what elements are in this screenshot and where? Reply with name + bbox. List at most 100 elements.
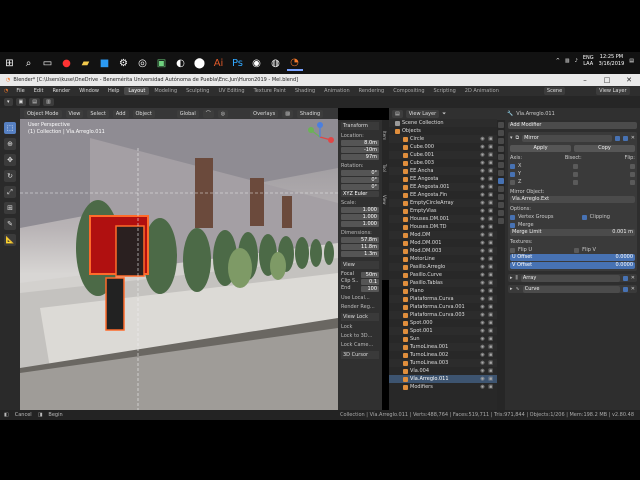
flip-z-checkbox[interactable] [630,179,635,185]
tab-animation[interactable]: Animation [320,87,354,95]
clock[interactable]: 12:25 PM 3/16/2019 [599,54,625,68]
curve-modifier-panel[interactable]: ▸ ∿ Curve ✕ [508,285,637,293]
curve-render-toggle[interactable] [622,286,628,292]
material-tab-icon[interactable] [498,218,504,224]
outliner-item[interactable]: TurnoLinea.001 ◉ ▣ [389,343,497,351]
data-tab-icon[interactable] [498,210,504,216]
visibility-icon[interactable]: ◉ ▣ [480,327,494,335]
search-icon[interactable]: ⌕ [21,55,37,71]
outliner-item[interactable]: Pasillo.Tablas ◉ ▣ [389,279,497,287]
menu-file[interactable]: File [12,88,28,94]
app5-icon[interactable]: ◍ [268,55,284,71]
tab-texture-paint[interactable]: Texture Paint [250,87,290,95]
outliner-item[interactable]: Cube.003 ◉ ▣ [389,159,497,167]
rotation-x-field[interactable]: 0° [341,170,379,176]
close-icon[interactable]: ✕ [618,74,640,86]
visibility-icon[interactable]: ◉ ▣ [480,351,494,359]
bisect-z-checkbox[interactable] [573,179,579,185]
tab-compositing[interactable]: Compositing [389,87,428,95]
particles-tab-icon[interactable] [498,186,504,192]
close-modifier-icon[interactable]: ✕ [631,135,635,141]
outliner-item[interactable]: Spot.001 ◉ ▣ [389,327,497,335]
axis-z-checkbox[interactable] [510,179,515,185]
notifications-icon[interactable]: ▤ [629,58,634,64]
select-menu[interactable]: Select [87,109,109,118]
u-offset-field[interactable]: U Offset 0.0000 [510,254,635,261]
tab-rendering[interactable]: Rendering [355,87,389,95]
add-menu[interactable]: Add [112,109,129,118]
blender-menu-icon[interactable]: ◔ [4,88,8,94]
lang-indicator[interactable]: ENG LAA [583,55,594,67]
minimize-icon[interactable]: – [574,74,596,86]
visibility-icon[interactable]: ◉ ▣ [480,311,494,319]
flip-u-checkbox[interactable] [510,247,515,253]
dim-z-field[interactable]: 1.3m [341,251,379,257]
visibility-icon[interactable]: ◉ ▣ [480,239,494,247]
app3-icon[interactable]: ◐ [173,55,189,71]
outliner-item[interactable]: EE.Angosta.001 ◉ ▣ [389,183,497,191]
outliner-item[interactable]: Scene Collection [389,119,497,127]
blender-icon[interactable]: ◔ [286,55,303,71]
windows-start-icon[interactable]: ⊞ [2,55,18,71]
menu-edit[interactable]: Edit [30,88,48,94]
measure-icon[interactable]: 📐 [4,234,16,246]
modifier-tab-icon[interactable] [498,178,504,184]
axis-y-checkbox[interactable] [510,171,515,177]
menu-render[interactable]: Render [48,88,74,94]
modifier-name-field[interactable]: Mirror [522,134,612,142]
outliner-item[interactable]: TurnoLinea.003 ◉ ▣ [389,359,497,367]
folder-icon[interactable]: ▰ [78,55,94,71]
array-modifier-name[interactable]: Array [520,274,620,282]
transform-icon[interactable]: ⊞ [4,202,16,214]
visibility-icon[interactable]: ◉ ▣ [480,375,494,383]
xray-icon[interactable]: ▨ [282,109,293,118]
select-mode2-icon[interactable]: ▤ [29,98,40,106]
volume-icon[interactable]: ♪ [575,58,578,64]
outliner-item[interactable]: Sun ◉ ▣ [389,335,497,343]
visibility-icon[interactable]: ◉ ▣ [480,295,494,303]
annotate-icon[interactable]: ✎ [4,218,16,230]
store-icon[interactable]: ■ [97,55,113,71]
dim-x-field[interactable]: 57.8m [341,237,379,243]
apply-button[interactable]: Apply [510,144,571,152]
view-lock-header[interactable]: View Lock [341,313,379,321]
dim-y-field[interactable]: 11.8m [341,244,379,250]
visibility-icon[interactable]: ◉ ▣ [480,247,494,255]
visibility-icon[interactable]: ◉ ▣ [480,215,494,223]
outliner-item[interactable]: Modifiers ◉ ▣ [389,383,497,391]
tab-modeling[interactable]: Modeling [150,87,181,95]
transform-header[interactable]: Transform [341,122,379,130]
visibility-icon[interactable]: ◉ ▣ [480,383,494,391]
rotate-icon[interactable]: ↻ [4,170,16,182]
merge-checkbox[interactable] [510,222,515,228]
tab-uv-editing[interactable]: UV Editing [214,87,248,95]
visibility-icon[interactable]: ◉ ▣ [480,151,494,159]
tab-2d-animation[interactable]: 2D Animation [461,87,503,95]
visibility-icon[interactable]: ◉ ▣ [480,319,494,327]
outliner-item[interactable]: Vía.004 ◉ ▣ [389,367,497,375]
scale-x-field[interactable]: 1.000 [341,207,379,213]
shading-dropdown[interactable]: Shading [296,109,324,118]
orientation-dropdown[interactable]: Global [176,109,199,118]
array-render-toggle[interactable] [622,275,628,281]
illustrator-icon[interactable]: Ai [211,55,227,71]
visibility-icon[interactable]: ◉ ▣ [480,255,494,263]
location-z-field[interactable]: 97m [341,154,379,160]
visibility-icon[interactable]: ◉ ▣ [480,359,494,367]
tab-view[interactable]: View [382,184,387,216]
display-mode-icon[interactable]: ▤ [392,109,403,118]
add-modifier-dropdown[interactable]: Add Modifier [508,122,637,129]
curve-modifier-name[interactable]: Curve [522,285,620,293]
axis-x-checkbox[interactable] [510,163,515,169]
outliner-item[interactable]: Cube.001 ◉ ▣ [389,151,497,159]
outliner-item[interactable]: Spot.000 ◉ ▣ [389,319,497,327]
outliner-item[interactable]: EE.Angosta ◉ ▣ [389,175,497,183]
visibility-icon[interactable]: ◉ ▣ [480,135,494,143]
array-close-icon[interactable]: ✕ [631,275,635,281]
flip-x-checkbox[interactable] [630,163,635,169]
vertex-groups-checkbox[interactable] [510,214,515,220]
collapse-icon[interactable]: ▸ [510,286,513,292]
visibility-icon[interactable]: ◉ ▣ [480,143,494,151]
visibility-icon[interactable]: ◉ ▣ [480,207,494,215]
visibility-icon[interactable]: ◉ ▣ [480,175,494,183]
